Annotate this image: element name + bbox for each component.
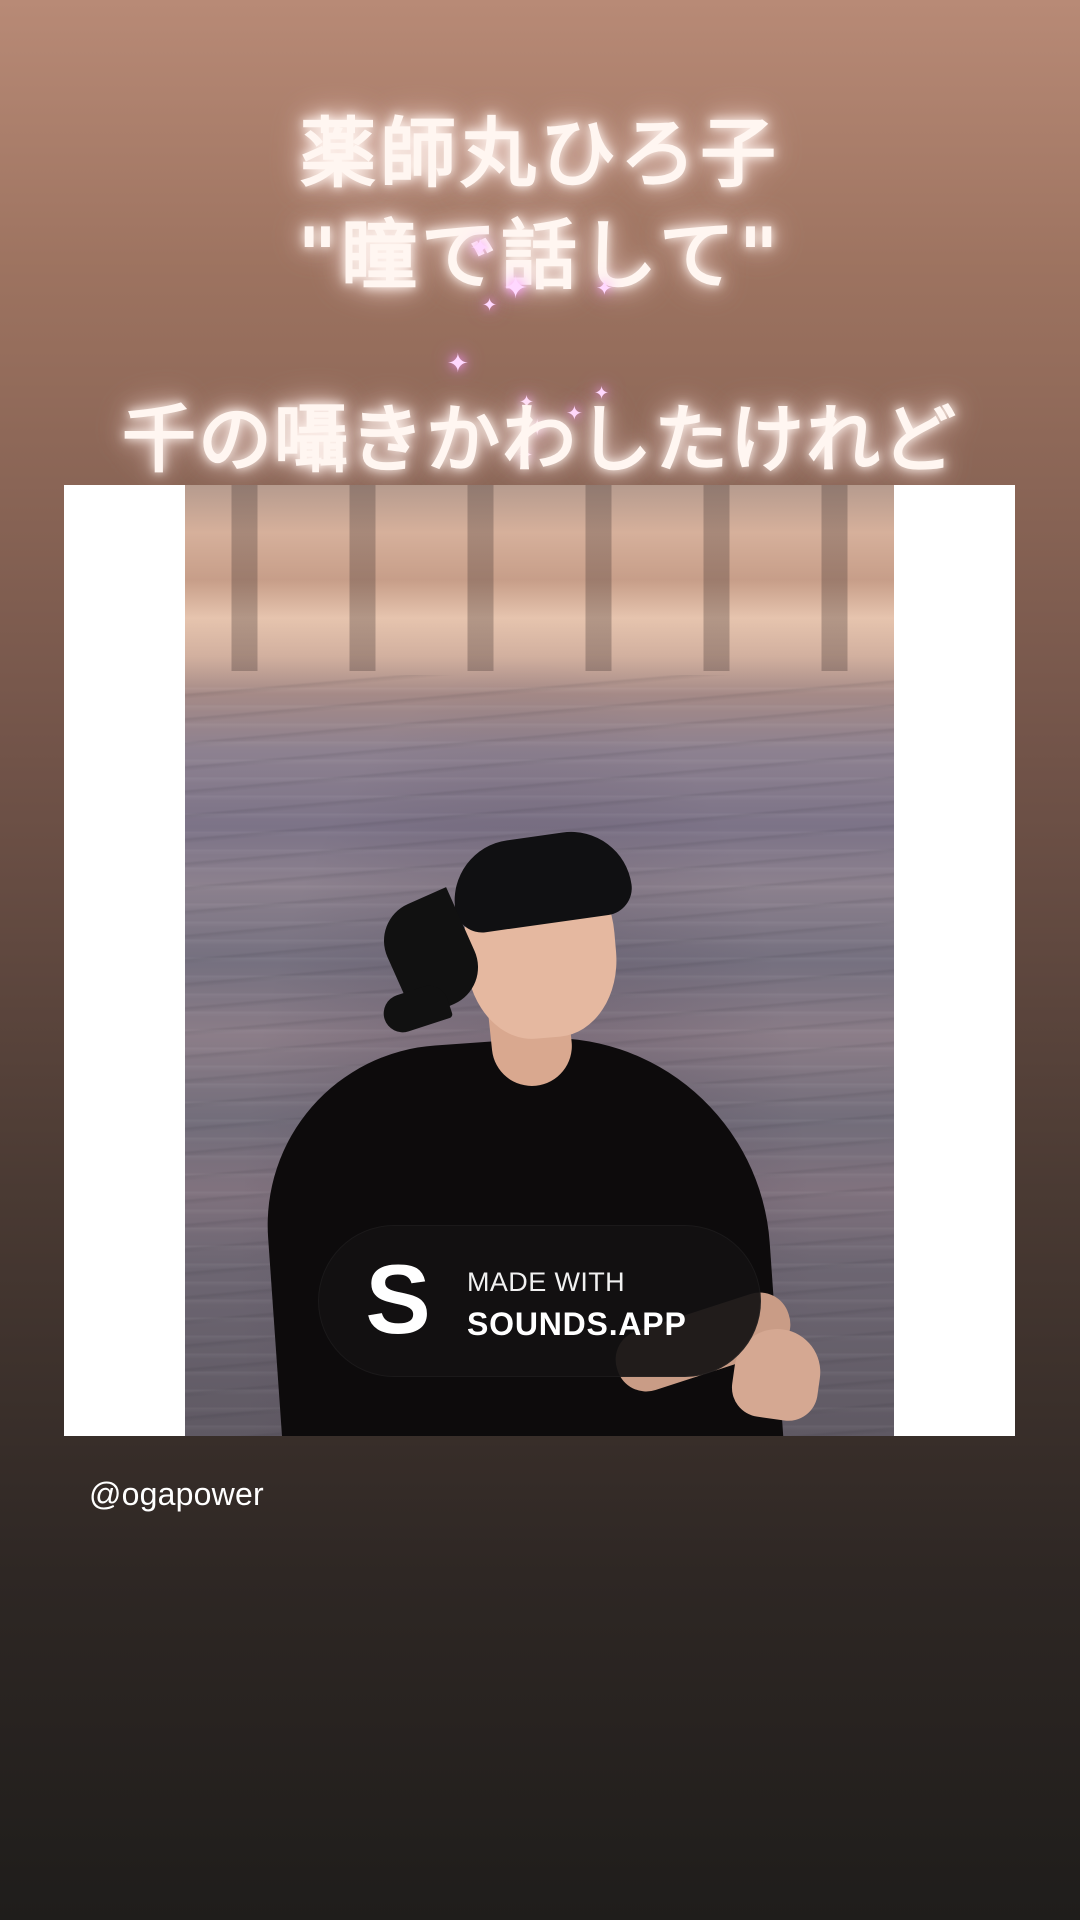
sparkle-icon: ✦: [596, 276, 613, 300]
made-with-label: MADE WITH: [467, 1267, 626, 1297]
sparkle-icon: ✦: [482, 295, 498, 316]
building-backdrop: [185, 485, 894, 671]
story-title-line-2: "瞳で話して": [297, 211, 783, 300]
sparkle-icon: ✦: [470, 234, 491, 262]
story-screen: 薬師丸ひろ子 "瞳で話して" ✦ ✦ ✦ ✦ ✦ ✦ ✦ ✦ ✦ ✦ 千の囁きか…: [0, 0, 1080, 1920]
user-mention[interactable]: @ogapower: [89, 1476, 264, 1513]
made-with-sounds-badge[interactable]: S MADE WITH SOUNDS.APP: [318, 1225, 761, 1377]
lyric-line: 千の囁きかわしたけれど: [122, 397, 958, 483]
sparkle-icon: ✦: [447, 349, 469, 379]
sounds-logo-icon: S: [365, 1244, 431, 1354]
sparkle-icon: ✦: [503, 271, 529, 306]
story-title-line-1: 薬師丸ひろ子: [300, 109, 780, 198]
sounds-app-label: SOUNDS.APP: [467, 1306, 687, 1342]
